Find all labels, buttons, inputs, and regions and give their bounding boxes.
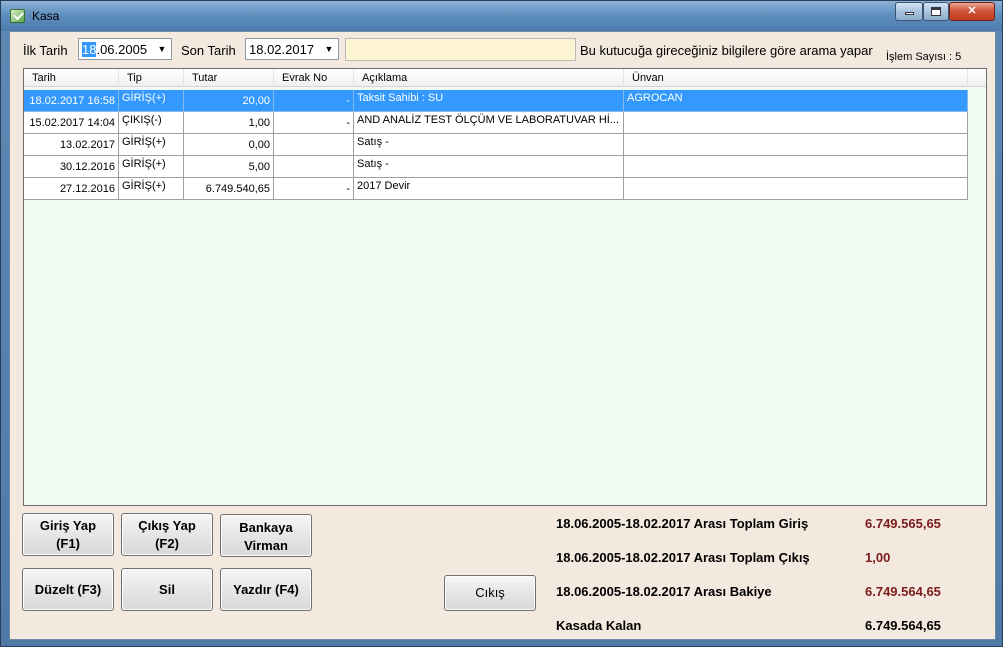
end-date-label: Son Tarih (181, 43, 236, 58)
cell-tutar: 5,00 (184, 156, 274, 178)
cell-evrak-no: - (274, 178, 354, 200)
cell-unvan (624, 156, 968, 178)
minimize-button[interactable] (895, 2, 923, 21)
cikis-yap-shortcut: (F2) (155, 536, 179, 551)
summary-value-balance: 6.749.564,65 (865, 584, 941, 599)
cell-unvan (624, 178, 968, 200)
cell-tutar: 1,00 (184, 112, 274, 134)
cell-evrak-no (274, 156, 354, 178)
close-window-button[interactable]: ✕ (949, 2, 995, 21)
cikis-close-button[interactable]: Cıkış (444, 575, 536, 611)
cell-tutar: 6.749.540,65 (184, 178, 274, 200)
transaction-count: İşlem Sayısı : 5 (886, 51, 962, 63)
start-date-dropdown-icon[interactable]: ▼ (153, 39, 171, 59)
cikis-yap-button[interactable]: Çıkış Yap (F2) (121, 513, 213, 556)
giris-yap-shortcut: (F1) (56, 536, 80, 551)
minimize-icon (904, 12, 914, 15)
summary-label-total-out: 18.06.2005-18.02.2017 Arası Toplam Çıkış (556, 550, 810, 565)
close-icon: ✕ (967, 5, 977, 17)
cell-aciklama: Satış - (354, 156, 624, 178)
bankaya-virman-label-2: Virman (244, 538, 288, 553)
cell-aciklama: AND ANALİZ TEST ÖLÇÜM VE LABORATUVAR Hİ.… (354, 112, 624, 134)
cell-aciklama: Satış - (354, 134, 624, 156)
cell-evrak-no: - (274, 90, 354, 112)
start-date-picker[interactable]: 18.06.2005 ▼ (78, 38, 172, 60)
table-row[interactable]: 15.02.2017 14:04 ÇIKIŞ(-) 1,00 - AND ANA… (24, 112, 968, 134)
cell-tarih: 30.12.2016 (24, 156, 119, 178)
table-row[interactable]: 18.02.2017 16:58 GİRİŞ(+) 20,00 - Taksit… (24, 90, 968, 112)
cell-tarih: 27.12.2016 (24, 178, 119, 200)
bankaya-virman-button[interactable]: Bankaya Virman (220, 514, 312, 557)
cell-unvan (624, 134, 968, 156)
summary-label-cash-remaining: Kasada Kalan (556, 618, 642, 633)
cell-tutar: 0,00 (184, 134, 274, 156)
end-date-picker[interactable]: 18.02.2017 ▼ (245, 38, 339, 60)
cell-unvan: AGROCAN (624, 90, 968, 112)
column-header-tip[interactable]: Tip (119, 69, 184, 87)
end-date-dropdown-icon[interactable]: ▼ (320, 39, 338, 59)
title-bar[interactable]: Kasa ✕ (1, 1, 1002, 31)
cell-evrak-no: - (274, 112, 354, 134)
column-header-tarih[interactable]: Tarih (24, 69, 119, 87)
maximize-button[interactable] (923, 2, 949, 21)
summary-label-balance: 18.06.2005-18.02.2017 Arası Bakiye (556, 584, 772, 599)
client-area: İlk Tarih 18.06.2005 ▼ Son Tarih 18.02.2… (9, 31, 996, 640)
cell-tip: GİRİŞ(+) (119, 178, 184, 200)
column-header-unvan[interactable]: Ünvan (624, 69, 968, 87)
start-date-rest: .06.2005 (96, 42, 148, 57)
end-date-value: 18.02.2017 (249, 42, 315, 57)
cell-tutar: 20,00 (184, 90, 274, 112)
cell-tarih: 18.02.2017 16:58 (24, 90, 119, 112)
cell-tarih: 13.02.2017 (24, 134, 119, 156)
start-date-label: İlk Tarih (23, 43, 68, 58)
cell-aciklama: Taksit Sahibi : SU (354, 90, 624, 112)
search-input[interactable] (345, 38, 576, 61)
kasa-window: Kasa ✕ İlk Tarih 18.06.2005 ▼ Son Tarih … (0, 0, 1003, 647)
cell-unvan (624, 112, 968, 134)
search-hint: Bu kutucuğa gireceğiniz bilgilere göre a… (580, 43, 873, 58)
column-header-evrak-no[interactable]: Evrak No (274, 69, 354, 87)
sil-button[interactable]: Sil (121, 568, 213, 611)
giris-yap-button[interactable]: Giriş Yap (F1) (22, 513, 114, 556)
column-header-tutar[interactable]: Tutar (184, 69, 274, 87)
summary-label-total-in: 18.06.2005-18.02.2017 Arası Toplam Giriş (556, 516, 809, 531)
giris-yap-label: Giriş Yap (39, 518, 97, 533)
cikis-yap-label: Çıkış Yap (138, 518, 196, 533)
maximize-icon (931, 7, 941, 16)
yazdir-button[interactable]: Yazdır (F4) (220, 568, 312, 611)
grid-header: Tarih Tip Tutar Evrak No Açıklama Ünvan (24, 69, 986, 87)
transactions-grid[interactable]: Tarih Tip Tutar Evrak No Açıklama Ünvan … (23, 68, 987, 506)
window-title: Kasa (32, 9, 60, 23)
cell-evrak-no (274, 134, 354, 156)
bankaya-virman-label-1: Bankaya (239, 520, 293, 535)
app-icon (10, 9, 25, 23)
table-row[interactable]: 13.02.2017 GİRİŞ(+) 0,00 Satış - (24, 134, 968, 156)
summary-value-total-in: 6.749.565,65 (865, 516, 941, 531)
table-row[interactable]: 27.12.2016 GİRİŞ(+) 6.749.540,65 - 2017 … (24, 178, 968, 200)
cell-tarih: 15.02.2017 14:04 (24, 112, 119, 134)
cell-tip: ÇIKIŞ(-) (119, 112, 184, 134)
duzelt-button[interactable]: Düzelt (F3) (22, 568, 114, 611)
start-date-selected-part: 18 (82, 42, 97, 57)
cell-tip: GİRİŞ(+) (119, 134, 184, 156)
summary-value-cash-remaining: 6.749.564,65 (865, 618, 941, 633)
cell-tip: GİRİŞ(+) (119, 156, 184, 178)
column-header-aciklama[interactable]: Açıklama (354, 69, 624, 87)
table-row[interactable]: 30.12.2016 GİRİŞ(+) 5,00 Satış - (24, 156, 968, 178)
summary-value-total-out: 1,00 (865, 550, 891, 565)
cell-aciklama: 2017 Devir (354, 178, 624, 200)
cell-tip: GİRİŞ(+) (119, 90, 184, 112)
